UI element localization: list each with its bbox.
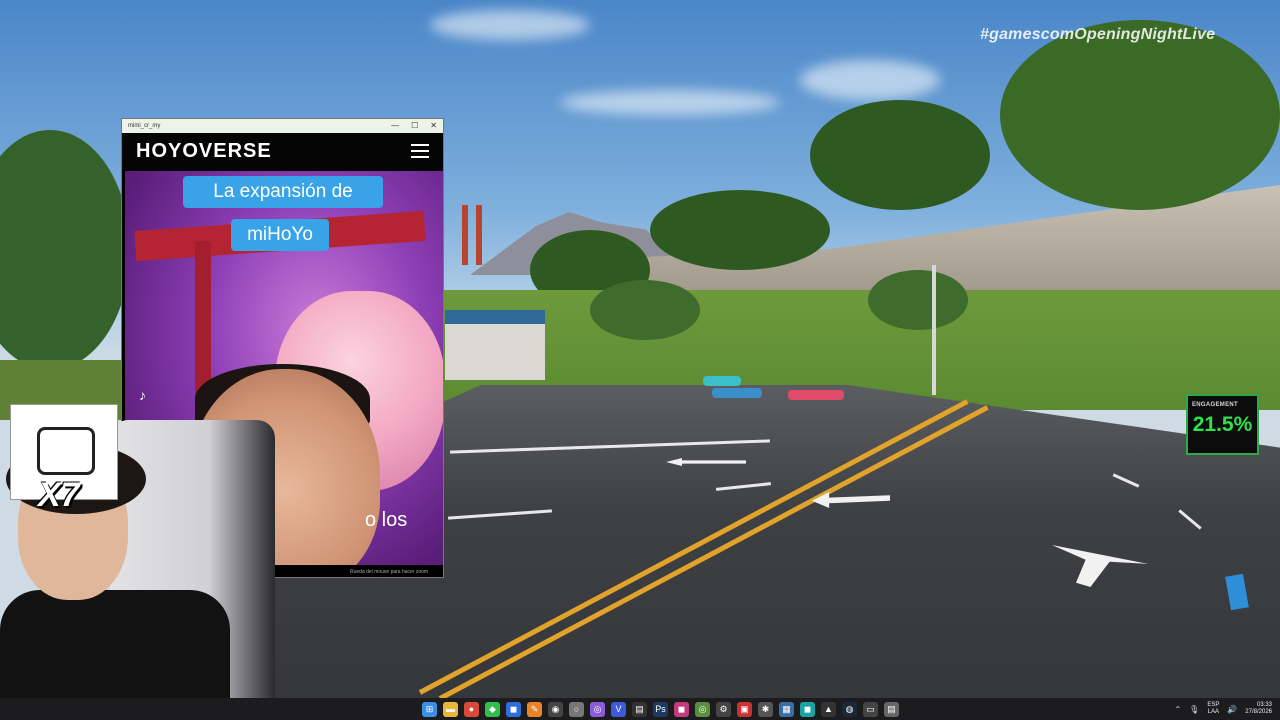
video-subtitle: o los: [365, 509, 408, 531]
cloud: [560, 90, 780, 115]
taskbar-apps: ⊞ ▬ ● ◆ ◼ ✎ ◉ ○ ◎ V ▤ Ps ◼ ◎ ⚙ ▣ ✱ ▦ ◼ ▲ ◍ ▭ ▤: [422, 698, 899, 720]
epic-icon[interactable]: ▲: [821, 701, 836, 717]
steam-icon[interactable]: ◍: [842, 701, 857, 717]
app-pink-icon[interactable]: ◼: [674, 701, 689, 717]
cloud: [430, 10, 590, 40]
event-hashtag: #gamescomOpeningNightLive: [980, 26, 1216, 43]
speaker-icon[interactable]: 🔊: [1227, 705, 1237, 714]
app-purple-icon[interactable]: ◎: [590, 701, 605, 717]
app-orange-icon[interactable]: ✎: [527, 701, 542, 717]
engagement-label: ENGAGEMENT: [1192, 402, 1239, 408]
obs-icon[interactable]: ◉: [548, 701, 563, 717]
car: [788, 390, 844, 400]
language-indicator[interactable]: ESP LAA: [1207, 702, 1219, 716]
car: [712, 388, 762, 398]
app-settings-icon[interactable]: ⚙: [716, 701, 731, 717]
popup-site-header: HOYOVERSE: [122, 133, 443, 169]
clock[interactable]: 03:33 27/8/2026: [1245, 702, 1272, 716]
brand-logo[interactable]: HOYOVERSE: [136, 140, 272, 163]
street-lamp: [932, 265, 936, 395]
system-tray: ⌃ 🎙 ESP LAA 🔊 03:33 27/8/2026: [1174, 698, 1272, 720]
chrome-icon[interactable]: ●: [464, 701, 479, 717]
start-icon[interactable]: ⊞: [422, 701, 437, 717]
building: [445, 310, 545, 380]
tree: [810, 100, 990, 210]
microphone-icon[interactable]: 🎙: [1189, 705, 1199, 714]
file-explorer-icon[interactable]: ▬: [443, 701, 458, 717]
window-controls: — ☐ ✕: [391, 119, 437, 133]
taskbar: ⊞ ▬ ● ◆ ◼ ✎ ◉ ○ ◎ V ▤ Ps ◼ ◎ ⚙ ▣ ✱ ▦ ◼ ▲ ◍ ▭ ▤ ⌃ 🎙 ESP LAA 🔊 0…: [0, 698, 1280, 720]
engagement-widget: ENGAGEMENT 21.5%: [1186, 394, 1259, 455]
bridge-tower: [476, 205, 482, 265]
app-dark-icon[interactable]: ▤: [632, 701, 647, 717]
app-white-icon[interactable]: ○: [569, 701, 584, 717]
popup-window-title: mimi_cr_my: [128, 123, 161, 129]
app-green2-icon[interactable]: ◎: [695, 701, 710, 717]
maximize-button[interactable]: ☐: [411, 119, 418, 133]
multiplier-text: X7: [38, 476, 80, 514]
app-blue-icon[interactable]: ◼: [506, 701, 521, 717]
video-caption-line2: miHoYo: [231, 219, 329, 251]
engagement-value: 21.5%: [1192, 413, 1253, 436]
cloud: [800, 60, 940, 100]
tree: [590, 280, 700, 340]
clock-time: 03:33: [1256, 702, 1272, 708]
bridge-tower: [462, 205, 468, 265]
app-bug-icon[interactable]: ✱: [758, 701, 773, 717]
tree: [868, 270, 968, 330]
app-cyan-icon[interactable]: ◼: [800, 701, 815, 717]
app-window-icon[interactable]: ▭: [863, 701, 878, 717]
tray-chevron-icon[interactable]: ⌃: [1174, 705, 1181, 714]
minimize-button[interactable]: —: [391, 119, 399, 133]
app-media-icon[interactable]: ▦: [779, 701, 794, 717]
zoom-hint: Rueda del mouse para hacer zoom: [350, 569, 429, 575]
car: [703, 376, 741, 386]
app-v-icon[interactable]: V: [611, 701, 626, 717]
clock-date: 27/8/2026: [1245, 709, 1272, 715]
close-button[interactable]: ✕: [430, 119, 437, 133]
streamer-shirt: [0, 590, 230, 698]
language-code: ESP: [1207, 702, 1220, 708]
tiktok-icon: ♪: [139, 387, 146, 403]
popup-titlebar[interactable]: mimi_cr_my — ☐ ✕: [122, 119, 443, 133]
photoshop-icon[interactable]: Ps: [653, 701, 668, 717]
tree: [1000, 20, 1280, 210]
app-red-icon[interactable]: ▣: [737, 701, 752, 717]
app-doc-icon[interactable]: ▤: [884, 701, 899, 717]
meme-face-drawing: [37, 427, 95, 475]
hamburger-menu-icon[interactable]: [411, 144, 429, 158]
language-region: LAA: [1207, 709, 1219, 715]
tree: [650, 190, 830, 270]
app-green-icon[interactable]: ◆: [485, 701, 500, 717]
video-caption-line1: La expansión de: [183, 176, 383, 208]
